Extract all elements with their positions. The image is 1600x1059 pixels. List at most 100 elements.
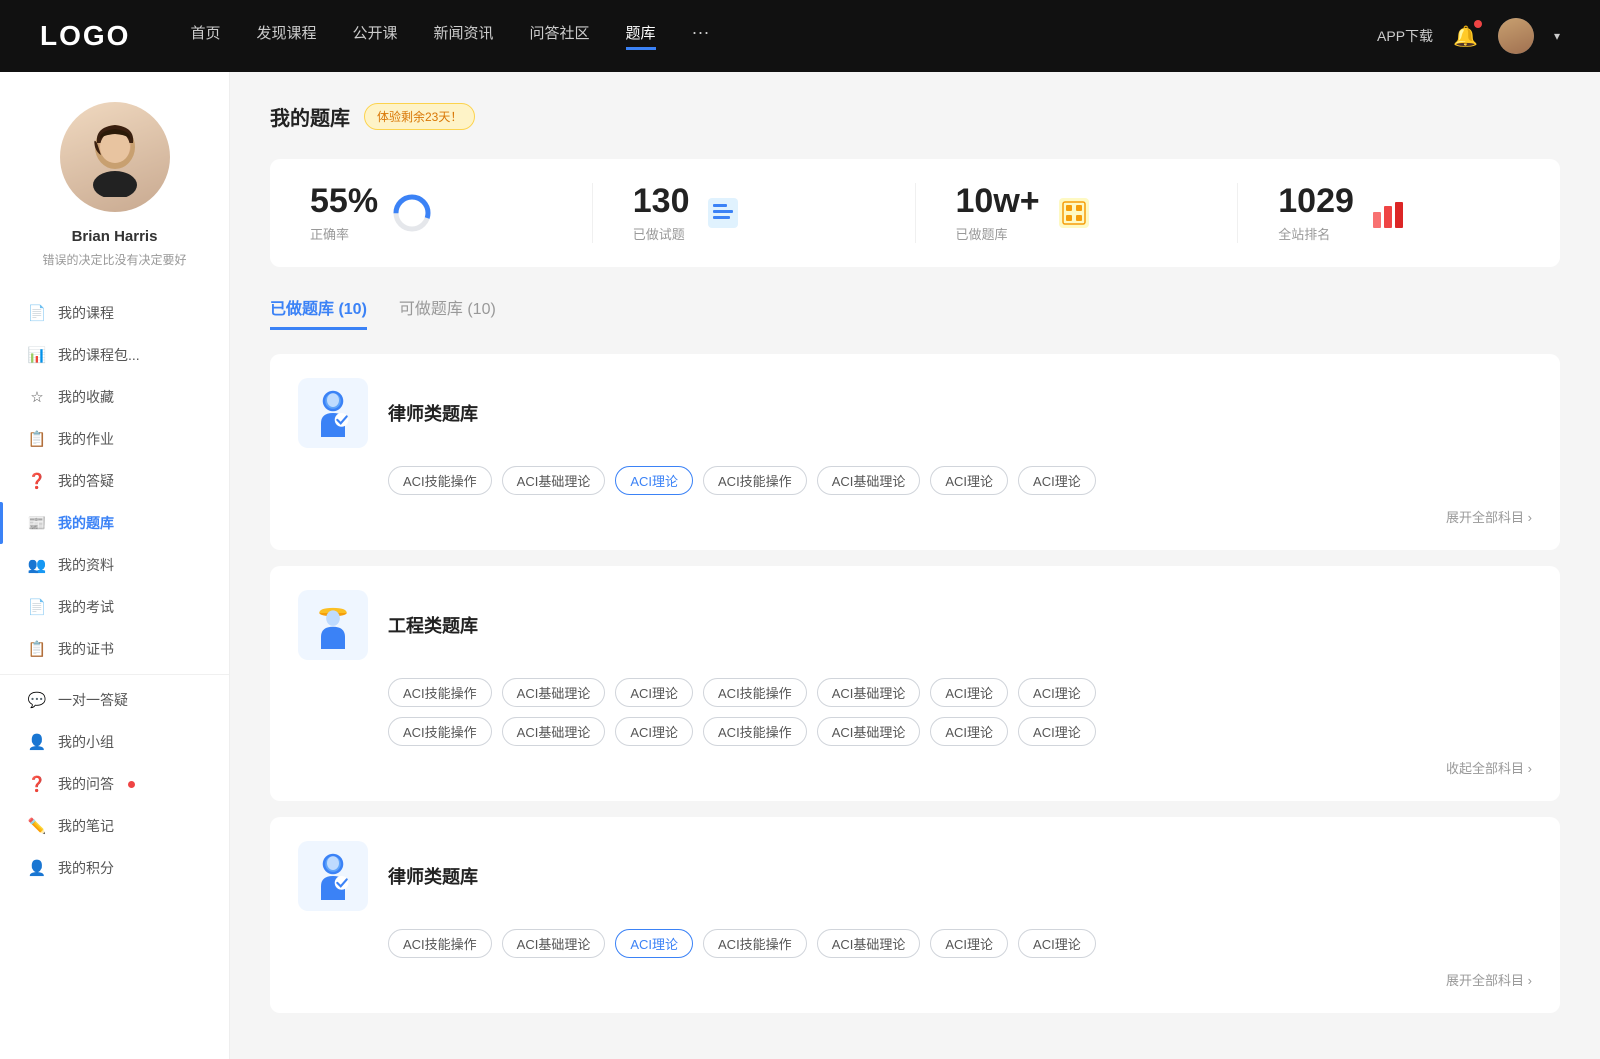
sidebar-username: Brian Harris bbox=[72, 228, 158, 245]
sidebar-item-course-package[interactable]: 📊 我的课程包... bbox=[0, 334, 229, 376]
eng-tag-r2-3[interactable]: ACI技能操作 bbox=[703, 717, 807, 746]
certificate-icon: 📋 bbox=[28, 640, 46, 658]
eng-tag-r2-2[interactable]: ACI理论 bbox=[615, 717, 693, 746]
nav-open-course[interactable]: 公开课 bbox=[352, 22, 397, 50]
tag-0[interactable]: ACI技能操作 bbox=[388, 466, 492, 495]
exam-icon: 📄 bbox=[28, 598, 46, 616]
avatar[interactable] bbox=[1498, 18, 1534, 54]
stat-value-rank: 1029 bbox=[1278, 183, 1354, 220]
eng-tag-r2-0[interactable]: ACI技能操作 bbox=[388, 717, 492, 746]
sidebar-item-materials[interactable]: 👥 我的资料 bbox=[0, 544, 229, 586]
clipboard-icon: 📋 bbox=[28, 430, 46, 448]
eng-tag-r1-2[interactable]: ACI理论 bbox=[615, 678, 693, 707]
stat-rank: 1029 全站排名 bbox=[1238, 183, 1560, 243]
notification-badge bbox=[1474, 20, 1482, 28]
eng-tag-r1-5[interactable]: ACI理论 bbox=[930, 678, 1008, 707]
tag-5[interactable]: ACI理论 bbox=[930, 466, 1008, 495]
eng-tag-r2-4[interactable]: ACI基础理论 bbox=[817, 717, 921, 746]
qbank-card-engineer: 工程类题库 ACI技能操作 ACI基础理论 ACI理论 ACI技能操作 ACI基… bbox=[270, 566, 1560, 801]
stat-label-rank: 全站排名 bbox=[1278, 224, 1354, 243]
sidebar-item-exam[interactable]: 📄 我的考试 bbox=[0, 586, 229, 628]
qbank-header-engineer: 工程类题库 bbox=[298, 590, 1532, 660]
l2-tag-2-active[interactable]: ACI理论 bbox=[615, 929, 693, 958]
engineer-icon bbox=[298, 590, 368, 660]
expand-btn-lawyer-2[interactable]: 展开全部科目 › bbox=[298, 970, 1532, 989]
tab-done[interactable]: 已做题库 (10) bbox=[270, 295, 367, 330]
qbank-card-lawyer-2: 律师类题库 ACI技能操作 ACI基础理论 ACI理论 ACI技能操作 ACI基… bbox=[270, 817, 1560, 1013]
tab-available[interactable]: 可做题库 (10) bbox=[399, 295, 496, 330]
sidebar-item-notes[interactable]: ✏️ 我的笔记 bbox=[0, 805, 229, 847]
pie-chart-icon bbox=[392, 193, 432, 233]
tag-3[interactable]: ACI技能操作 bbox=[703, 466, 807, 495]
avatar-illustration bbox=[75, 117, 155, 197]
sidebar-item-homework[interactable]: 📋 我的作业 bbox=[0, 418, 229, 460]
group-icon: 👤 bbox=[28, 733, 46, 751]
tag-1[interactable]: ACI基础理论 bbox=[502, 466, 606, 495]
ranking-icon bbox=[1368, 193, 1408, 233]
chat-icon: 💬 bbox=[28, 691, 46, 709]
sidebar-item-my-qa[interactable]: ❓ 我的问答 bbox=[0, 763, 229, 805]
logo[interactable]: LOGO bbox=[40, 20, 130, 52]
l2-tag-1[interactable]: ACI基础理论 bbox=[502, 929, 606, 958]
bank-icon bbox=[1054, 193, 1094, 233]
nav-more[interactable]: ··· bbox=[692, 22, 710, 50]
qbank-header-lawyer-1: 律师类题库 bbox=[298, 378, 1532, 448]
eng-tag-r1-4[interactable]: ACI基础理论 bbox=[817, 678, 921, 707]
sidebar-item-tutoring[interactable]: 💬 一对一答疑 bbox=[0, 679, 229, 721]
eng-tag-r2-5[interactable]: ACI理论 bbox=[930, 717, 1008, 746]
eng-tag-r1-1[interactable]: ACI基础理论 bbox=[502, 678, 606, 707]
qa-icon: ❓ bbox=[28, 775, 46, 793]
tag-6[interactable]: ACI理论 bbox=[1018, 466, 1096, 495]
collapse-btn-engineer[interactable]: 收起全部科目 › bbox=[298, 758, 1532, 777]
tag-4[interactable]: ACI基础理论 bbox=[817, 466, 921, 495]
eng-tag-r2-1[interactable]: ACI基础理论 bbox=[502, 717, 606, 746]
navbar-right: APP下载 🔔 ▾ bbox=[1377, 18, 1560, 54]
app-download[interactable]: APP下载 bbox=[1377, 26, 1433, 46]
page-title: 我的题库 bbox=[270, 102, 350, 131]
sidebar-item-favorites[interactable]: ☆ 我的收藏 bbox=[0, 376, 229, 418]
eng-tag-r2-6[interactable]: ACI理论 bbox=[1018, 717, 1096, 746]
sidebar-item-group[interactable]: 👤 我的小组 bbox=[0, 721, 229, 763]
document-icon: 📄 bbox=[28, 304, 46, 322]
l2-tag-0[interactable]: ACI技能操作 bbox=[388, 929, 492, 958]
sidebar-item-qa[interactable]: ❓ 我的答疑 bbox=[0, 460, 229, 502]
notes-icon: ✏️ bbox=[28, 817, 46, 835]
sidebar-item-points[interactable]: 👤 我的积分 bbox=[0, 847, 229, 889]
tabs: 已做题库 (10) 可做题库 (10) bbox=[270, 295, 1560, 330]
qbank-tags-lawyer-2: ACI技能操作 ACI基础理论 ACI理论 ACI技能操作 ACI基础理论 AC… bbox=[388, 929, 1532, 958]
nav-qa[interactable]: 问答社区 bbox=[530, 22, 590, 50]
sidebar-item-certificate[interactable]: 📋 我的证书 bbox=[0, 628, 229, 670]
sidebar-item-question-bank[interactable]: 📰 我的题库 bbox=[0, 502, 229, 544]
stat-correct-rate: 55% 正确率 bbox=[270, 183, 593, 243]
nav-question-bank[interactable]: 题库 bbox=[626, 22, 656, 50]
eng-tag-r1-6[interactable]: ACI理论 bbox=[1018, 678, 1096, 707]
nav-menu: 首页 发现课程 公开课 新闻资讯 问答社区 题库 ··· bbox=[190, 22, 1377, 50]
nav-news[interactable]: 新闻资讯 bbox=[434, 22, 494, 50]
stats-bar: 55% 正确率 130 已做试题 bbox=[270, 159, 1560, 267]
lawyer-icon bbox=[298, 378, 368, 448]
chart-icon: 📊 bbox=[28, 346, 46, 364]
lawyer-icon-2 bbox=[298, 841, 368, 911]
l2-tag-4[interactable]: ACI基础理论 bbox=[817, 929, 921, 958]
sidebar-item-my-course[interactable]: 📄 我的课程 bbox=[0, 292, 229, 334]
newspaper-icon: 📰 bbox=[28, 514, 46, 532]
unread-dot bbox=[128, 781, 135, 788]
users-icon: 👥 bbox=[28, 556, 46, 574]
eng-tag-r1-3[interactable]: ACI技能操作 bbox=[703, 678, 807, 707]
l2-tag-3[interactable]: ACI技能操作 bbox=[703, 929, 807, 958]
notification-bell[interactable]: 🔔 bbox=[1453, 24, 1478, 49]
nav-courses[interactable]: 发现课程 bbox=[256, 22, 316, 50]
trial-badge: 体验剩余23天！ bbox=[364, 103, 475, 130]
l2-tag-6[interactable]: ACI理论 bbox=[1018, 929, 1096, 958]
expand-btn-lawyer-1[interactable]: 展开全部科目 › bbox=[298, 507, 1532, 526]
l2-tag-5[interactable]: ACI理论 bbox=[930, 929, 1008, 958]
tag-2-active[interactable]: ACI理论 bbox=[615, 466, 693, 495]
nav-home[interactable]: 首页 bbox=[190, 22, 220, 50]
sidebar: Brian Harris 错误的决定比没有决定要好 📄 我的课程 📊 我的课程包… bbox=[0, 72, 230, 1059]
eng-tag-r1-0[interactable]: ACI技能操作 bbox=[388, 678, 492, 707]
stat-value-banks: 10w+ bbox=[956, 183, 1040, 220]
chevron-down-icon[interactable]: ▾ bbox=[1554, 29, 1560, 43]
question-icon: ❓ bbox=[28, 472, 46, 490]
qbank-title-engineer: 工程类题库 bbox=[388, 612, 478, 638]
page-body: Brian Harris 错误的决定比没有决定要好 📄 我的课程 📊 我的课程包… bbox=[0, 72, 1600, 1059]
